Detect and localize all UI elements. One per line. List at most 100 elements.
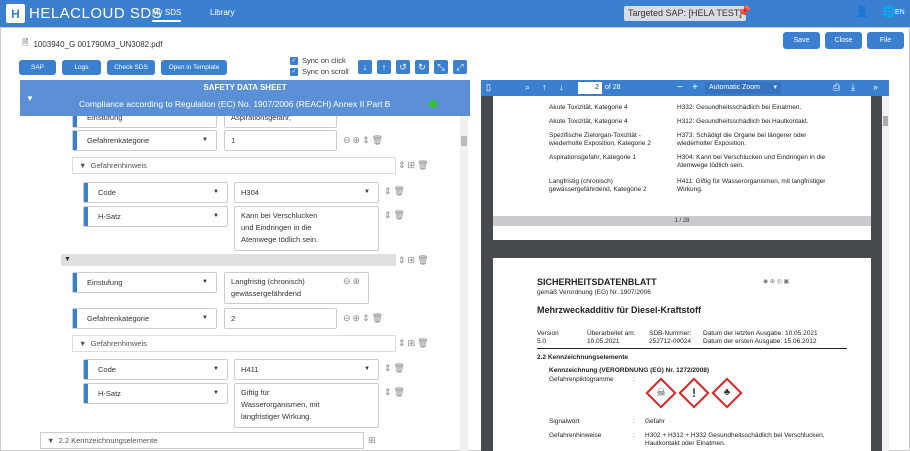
gefahrenhinweis-group-header[interactable]: ▼ Gefahrenhinweis bbox=[72, 157, 396, 174]
add-square-icon[interactable]: ⊞ bbox=[368, 435, 376, 446]
trash-icon[interactable]: 🗑 bbox=[394, 363, 405, 374]
trash-icon[interactable]: 🗑 bbox=[417, 338, 428, 349]
h-satz-select[interactable]: H-Satz ▼ bbox=[83, 383, 228, 404]
group-actions: ⇕ ⊞ 🗑 bbox=[398, 338, 429, 349]
caret-down-icon[interactable]: ▼ bbox=[47, 436, 54, 445]
sort-icon[interactable]: ⇕ bbox=[398, 160, 406, 171]
einstufung-select-top[interactable]: Einstufung bbox=[72, 116, 217, 128]
trash-icon[interactable]: 🗑 bbox=[394, 210, 405, 221]
code-value[interactable]: H304 ▼ bbox=[234, 182, 379, 203]
trash-icon[interactable]: 🗑 bbox=[394, 387, 405, 398]
tools-menu-icon[interactable]: » bbox=[873, 82, 878, 93]
pin-icon[interactable]: 📌 bbox=[737, 7, 751, 18]
trash-icon[interactable]: 🗑 bbox=[394, 186, 405, 197]
h-satz-textarea[interactable]: Kann bei Verschlucken und Eindringen in … bbox=[234, 206, 379, 251]
trash-icon[interactable]: 🗑 bbox=[372, 135, 383, 146]
pdf-text: H332: Gesundheitsschädlich bei Einatmen. bbox=[677, 104, 802, 111]
add-circle-icon[interactable]: ⊕ bbox=[353, 135, 361, 146]
user-icon[interactable]: 👤 bbox=[855, 7, 869, 18]
file-button[interactable]: File bbox=[867, 32, 904, 49]
add-square-icon[interactable]: ⊞ bbox=[408, 255, 416, 266]
language-label[interactable]: EN bbox=[895, 9, 905, 16]
sort-icon[interactable]: ⇕ bbox=[384, 363, 392, 374]
scrollbar-thumb[interactable] bbox=[461, 136, 467, 146]
delete-circle-icon[interactable]: ⊖ bbox=[343, 313, 351, 324]
logs-button[interactable]: Logs bbox=[62, 60, 101, 75]
pdf-text: Überarbeitet am: bbox=[587, 330, 636, 337]
previous-page-icon[interactable]: ↑ bbox=[542, 82, 547, 93]
gefahrenhinweis-group-header[interactable]: ▼ Gefahrenhinweis bbox=[72, 335, 396, 352]
next-page-icon[interactable]: ↓ bbox=[559, 82, 564, 93]
pdf-viewport[interactable]: Akute Toxizität, Kategorie 4 H332: Gesun… bbox=[481, 96, 889, 451]
checkbox-checked-icon[interactable]: ✓ bbox=[290, 68, 298, 77]
trash-icon[interactable]: 🗑 bbox=[417, 255, 428, 266]
close-button[interactable]: Close bbox=[825, 32, 862, 49]
arrow-down-icon[interactable]: ↓ bbox=[358, 60, 372, 74]
checkbox-checked-icon[interactable]: ✓ bbox=[290, 57, 298, 66]
sort-icon[interactable]: ⇕ bbox=[398, 338, 406, 349]
page-number-input[interactable]: 2 bbox=[578, 82, 602, 94]
pdf-text: H411: Giftig für Wasserorganismen, mit l… bbox=[677, 178, 826, 193]
section-2-2-header[interactable]: ▼ 2.2 Kennzeichnungselemente bbox=[40, 432, 364, 449]
open-in-template-button[interactable]: Open in Template bbox=[161, 60, 227, 75]
print-icon[interactable]: ⎙ bbox=[833, 82, 840, 93]
pdf-text: H302 + H312 + H332 Gesundheitsschädlich … bbox=[645, 432, 825, 447]
globe-icon[interactable]: 🌐 bbox=[882, 7, 896, 18]
einstufung-value-top[interactable]: Aspirationsgefahr, bbox=[224, 116, 337, 128]
sds-title: SAFETY DATA SHEET bbox=[203, 83, 287, 92]
sort-icon[interactable]: ⇕ bbox=[384, 210, 392, 221]
arrow-up-icon[interactable]: ↑ bbox=[377, 60, 391, 74]
delete-circle-icon[interactable]: ⊖ bbox=[343, 135, 351, 146]
nav-my-sds[interactable]: My SDS bbox=[152, 8, 182, 22]
scrollbar-thumb[interactable] bbox=[883, 116, 888, 126]
code-value[interactable]: H411 ▼ bbox=[234, 359, 379, 380]
expand-icon[interactable]: ⤢ bbox=[453, 60, 467, 74]
sync-on-click-option[interactable]: ✓ Sync on click bbox=[290, 56, 346, 66]
save-button[interactable]: Save bbox=[783, 32, 820, 49]
gefahrenkategorie-value[interactable]: 2 bbox=[224, 308, 337, 329]
gefahrenkategorie-select[interactable]: Gefahrenkategorie ▼ bbox=[72, 130, 217, 151]
caret-down-icon[interactable]: ▼ bbox=[79, 339, 86, 348]
download-icon[interactable]: ⤓ bbox=[851, 82, 855, 93]
trash-icon[interactable]: 🗑 bbox=[372, 313, 383, 324]
sort-icon[interactable]: ⇕ bbox=[362, 135, 370, 146]
add-square-icon[interactable]: ⊞ bbox=[408, 160, 416, 171]
code-select[interactable]: Code ▼ bbox=[83, 359, 228, 380]
caret-down-icon[interactable]: ▼ bbox=[61, 256, 71, 263]
nav-library[interactable]: Library bbox=[210, 8, 234, 17]
pdf-page-2: SICHERHEITSDATENBLATT gemäß Verordnung (… bbox=[493, 258, 871, 451]
h-satz-textarea[interactable]: Giftig für Wasserorganismen, mit langfri… bbox=[234, 383, 379, 428]
zoom-select[interactable]: Automatic Zoom ▾ bbox=[705, 82, 781, 94]
sidebar-toggle-icon[interactable]: ▯ bbox=[486, 82, 491, 93]
add-circle-icon[interactable]: ⊕ bbox=[353, 276, 361, 287]
gefahrenkategorie-value[interactable]: 1 bbox=[224, 130, 337, 151]
sort-icon[interactable]: ⇕ bbox=[384, 186, 392, 197]
collapse-icon[interactable]: ⤡ bbox=[434, 60, 448, 74]
gefahrenkategorie-select[interactable]: Gefahrenkategorie ▼ bbox=[72, 308, 217, 329]
h-satz-select[interactable]: H-Satz ▼ bbox=[83, 206, 228, 227]
targeted-sap-badge[interactable]: Targeted SAP: [HELA TEST] bbox=[624, 6, 746, 21]
sap-button[interactable]: SAP bbox=[19, 60, 56, 75]
code-select[interactable]: Code ▼ bbox=[83, 182, 228, 203]
rotate-left-icon[interactable]: ↺ bbox=[396, 60, 410, 74]
sort-icon[interactable]: ⇕ bbox=[384, 387, 392, 398]
app-logo[interactable]: H HELACLOUD SDS bbox=[6, 4, 162, 23]
add-square-icon[interactable]: ⊞ bbox=[408, 338, 416, 349]
caret-down-icon[interactable]: ▼ bbox=[26, 94, 34, 103]
rotate-right-icon[interactable]: ↻ bbox=[415, 60, 429, 74]
einstufung-select[interactable]: Einstufung ▼ bbox=[72, 272, 217, 293]
search-icon[interactable]: ⌕ bbox=[525, 82, 530, 93]
delete-circle-icon[interactable]: ⊖ bbox=[343, 276, 351, 287]
sort-icon[interactable]: ⇕ bbox=[398, 255, 406, 266]
check-sds-button[interactable]: Check SDS bbox=[107, 60, 155, 75]
caret-down-icon[interactable]: ▼ bbox=[79, 161, 86, 170]
sync-on-scroll-option[interactable]: ✓ Sync on scroll bbox=[290, 67, 349, 77]
group-separator[interactable]: ▼ bbox=[61, 254, 396, 266]
trash-icon[interactable]: 🗑 bbox=[417, 160, 428, 171]
form-scrollbar[interactable] bbox=[460, 116, 468, 451]
zoom-in-icon[interactable]: + bbox=[692, 82, 698, 93]
sort-icon[interactable]: ⇕ bbox=[362, 313, 370, 324]
pdf-scrollbar[interactable] bbox=[882, 96, 889, 451]
zoom-out-icon[interactable]: − bbox=[677, 82, 683, 93]
add-circle-icon[interactable]: ⊕ bbox=[353, 313, 361, 324]
